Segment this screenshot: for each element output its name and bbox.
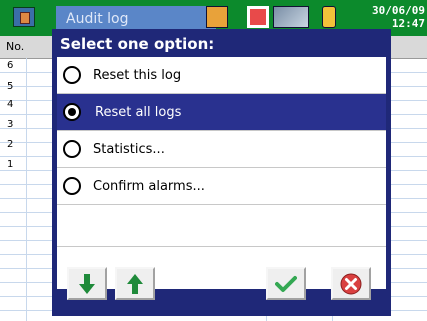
option-list: Reset this log Reset all logs Statistics… [57, 57, 386, 289]
folder-icon[interactable] [206, 6, 228, 28]
option-label: Confirm alarms... [93, 179, 205, 194]
arrow-down-icon [79, 273, 95, 294]
datetime: 30/06/09 12:47 [343, 4, 427, 32]
radio-button-checked-icon[interactable] [63, 103, 81, 121]
app-icon[interactable] [13, 7, 35, 27]
move-up-button[interactable] [115, 267, 155, 300]
table-row-number[interactable]: 2 [7, 138, 27, 152]
dialog-title: Select one option: [60, 35, 215, 53]
table-row-number[interactable]: 6 [7, 59, 27, 73]
cancel-button[interactable] [331, 267, 371, 300]
select-option-dialog: Select one option: Reset this log Reset … [52, 29, 391, 316]
radio-button-icon[interactable] [63, 140, 81, 158]
option-statistics[interactable]: Statistics... [57, 131, 386, 168]
radio-button-icon[interactable] [63, 66, 81, 84]
option-label: Reset this log [93, 68, 182, 83]
checkmark-icon [275, 275, 297, 292]
option-confirm-alarms[interactable]: Confirm alarms... [57, 168, 386, 205]
option-label: Reset all logs [95, 105, 182, 120]
date-text: 30/06/09 [372, 4, 425, 17]
move-down-button[interactable] [67, 267, 107, 300]
option-reset-this-log[interactable]: Reset this log [57, 57, 386, 94]
alarm-indicator-icon[interactable] [247, 6, 269, 28]
radio-button-icon[interactable] [63, 177, 81, 195]
display-icon[interactable] [273, 6, 309, 28]
empty-option-slot [57, 205, 386, 247]
ok-button[interactable] [266, 267, 306, 300]
dialog-button-bar [52, 267, 391, 316]
arrow-up-icon [127, 273, 143, 294]
table-row-number[interactable]: 5 [7, 80, 27, 94]
table-row-number[interactable]: 4 [7, 98, 27, 112]
option-label: Statistics... [93, 142, 165, 157]
table-row-number[interactable]: 3 [7, 118, 27, 132]
lock-icon[interactable] [322, 6, 336, 28]
cancel-icon [340, 273, 362, 294]
option-reset-all-logs[interactable]: Reset all logs [57, 94, 386, 131]
table-row-number[interactable]: 1 [7, 158, 27, 172]
column-header-no: No. [6, 40, 25, 53]
